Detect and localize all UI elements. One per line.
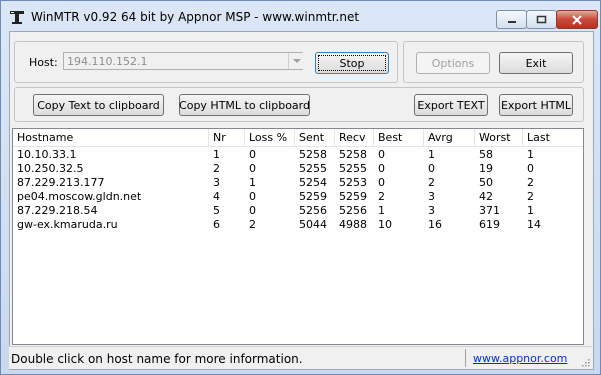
- table-header: Hostname Nr Loss % Sent Recv Best Avrg W…: [13, 129, 583, 147]
- export-html-button[interactable]: Export HTML: [499, 94, 573, 116]
- stop-button[interactable]: Stop: [315, 52, 389, 74]
- worst-cell: 619: [479, 218, 500, 231]
- maximize-button[interactable]: [526, 10, 557, 29]
- last-cell: 0: [527, 162, 534, 175]
- table-row[interactable]: 10.10.33.1 1 0 5258 5258 0 1 58 1: [13, 148, 583, 162]
- status-divider: [465, 349, 466, 367]
- sent-cell: 5258: [299, 148, 327, 161]
- last-cell: 2: [527, 190, 534, 203]
- loss-cell: 0: [249, 148, 256, 161]
- minimize-icon: [507, 20, 516, 23]
- host-combo[interactable]: 194.110.152.1: [63, 52, 303, 70]
- copy-text-button[interactable]: Copy Text to clipboard: [33, 94, 164, 116]
- worst-cell: 19: [479, 162, 493, 175]
- close-icon: [572, 14, 582, 25]
- avrg-cell: 3: [428, 190, 435, 203]
- resize-grip-icon[interactable]: [580, 357, 590, 367]
- column-header-best[interactable]: Best: [374, 129, 424, 146]
- status-text: Double click on host name for more infor…: [11, 352, 303, 366]
- nr-cell: 2: [213, 162, 220, 175]
- recv-cell: 5258: [339, 148, 367, 161]
- nr-cell: 1: [213, 148, 220, 161]
- hostname-cell[interactable]: 10.10.33.1: [13, 148, 76, 162]
- sent-cell: 5256: [299, 204, 327, 217]
- sent-cell: 5254: [299, 176, 327, 189]
- hostname-cell[interactable]: 10.250.32.5: [13, 162, 83, 176]
- recv-cell: 4988: [339, 218, 367, 231]
- avrg-cell: 3: [428, 204, 435, 217]
- table-row[interactable]: 10.250.32.5 2 0 5255 5255 0 0 19 0: [13, 162, 583, 176]
- worst-cell: 58: [479, 148, 493, 161]
- results-table[interactable]: Hostname Nr Loss % Sent Recv Best Avrg W…: [12, 128, 584, 345]
- last-cell: 1: [527, 204, 534, 217]
- status-bar: Double click on host name for more infor…: [9, 346, 592, 369]
- worst-cell: 50: [479, 176, 493, 189]
- column-header-hostname[interactable]: Hostname: [13, 129, 209, 146]
- loss-cell: 0: [249, 190, 256, 203]
- title-bar[interactable]: WinMTR v0.92 64 bit by Appnor MSP - www.…: [1, 1, 600, 31]
- avrg-cell: 16: [428, 218, 442, 231]
- hostname-cell[interactable]: pe04.moscow.gldn.net: [13, 190, 141, 204]
- copy-html-button[interactable]: Copy HTML to clipboard: [179, 94, 310, 116]
- host-label: Host:: [29, 56, 58, 69]
- column-header-avrg[interactable]: Avrg: [424, 129, 475, 146]
- sent-cell: 5259: [299, 190, 327, 203]
- recv-cell: 5259: [339, 190, 367, 203]
- loss-cell: 2: [249, 218, 256, 231]
- last-cell: 1: [527, 148, 534, 161]
- last-cell: 2: [527, 176, 534, 189]
- sent-cell: 5255: [299, 162, 327, 175]
- table-row[interactable]: pe04.moscow.gldn.net 4 0 5259 5259 2 3 4…: [13, 190, 583, 204]
- best-cell: 0: [378, 148, 385, 161]
- nr-cell: 4: [213, 190, 220, 203]
- winmtr-window: WinMTR v0.92 64 bit by Appnor MSP - www.…: [0, 0, 601, 375]
- window-title: WinMTR v0.92 64 bit by Appnor MSP - www.…: [31, 10, 360, 24]
- loss-cell: 0: [249, 162, 256, 175]
- sent-cell: 5044: [299, 218, 327, 231]
- table-row[interactable]: 87.229.218.54 5 0 5256 5256 1 3 371 1: [13, 204, 583, 218]
- column-header-last[interactable]: Last: [523, 129, 583, 146]
- minimize-button[interactable]: [496, 10, 527, 29]
- recv-cell: 5253: [339, 176, 367, 189]
- recv-cell: 5255: [339, 162, 367, 175]
- column-header-loss[interactable]: Loss %: [245, 129, 295, 146]
- chevron-down-icon: [293, 58, 301, 63]
- best-cell: 0: [378, 162, 385, 175]
- maximize-icon: [536, 15, 547, 24]
- options-button[interactable]: Options: [416, 52, 490, 74]
- nr-cell: 6: [213, 218, 220, 231]
- avrg-cell: 1: [428, 148, 435, 161]
- table-row[interactable]: gw-ex.kmaruda.ru 6 2 5044 4988 10 16 619…: [13, 218, 583, 232]
- hostname-cell[interactable]: 87.229.218.54: [13, 204, 97, 218]
- hostname-cell[interactable]: gw-ex.kmaruda.ru: [13, 218, 118, 232]
- table-row[interactable]: 87.229.213.177 3 1 5254 5253 0 2 50 2: [13, 176, 583, 190]
- column-header-recv[interactable]: Recv: [335, 129, 374, 146]
- exit-button[interactable]: Exit: [499, 52, 573, 74]
- loss-cell: 0: [249, 204, 256, 217]
- host-dropdown-button[interactable]: [288, 53, 305, 69]
- export-text-button[interactable]: Export TEXT: [414, 94, 488, 116]
- worst-cell: 371: [479, 204, 500, 217]
- worst-cell: 42: [479, 190, 493, 203]
- avrg-cell: 2: [428, 176, 435, 189]
- hostname-cell[interactable]: 87.229.213.177: [13, 176, 104, 190]
- best-cell: 1: [378, 204, 385, 217]
- column-header-worst[interactable]: Worst: [475, 129, 523, 146]
- appnor-link[interactable]: www.appnor.com: [473, 352, 567, 365]
- column-header-nr[interactable]: Nr: [209, 129, 245, 146]
- recv-cell: 5256: [339, 204, 367, 217]
- nr-cell: 5: [213, 204, 220, 217]
- best-cell: 2: [378, 190, 385, 203]
- column-header-sent[interactable]: Sent: [295, 129, 335, 146]
- nr-cell: 3: [213, 176, 220, 189]
- loss-cell: 1: [249, 176, 256, 189]
- last-cell: 14: [527, 218, 541, 231]
- avrg-cell: 0: [428, 162, 435, 175]
- app-icon: [10, 11, 24, 24]
- best-cell: 0: [378, 176, 385, 189]
- close-button[interactable]: [556, 10, 598, 29]
- best-cell: 10: [378, 218, 392, 231]
